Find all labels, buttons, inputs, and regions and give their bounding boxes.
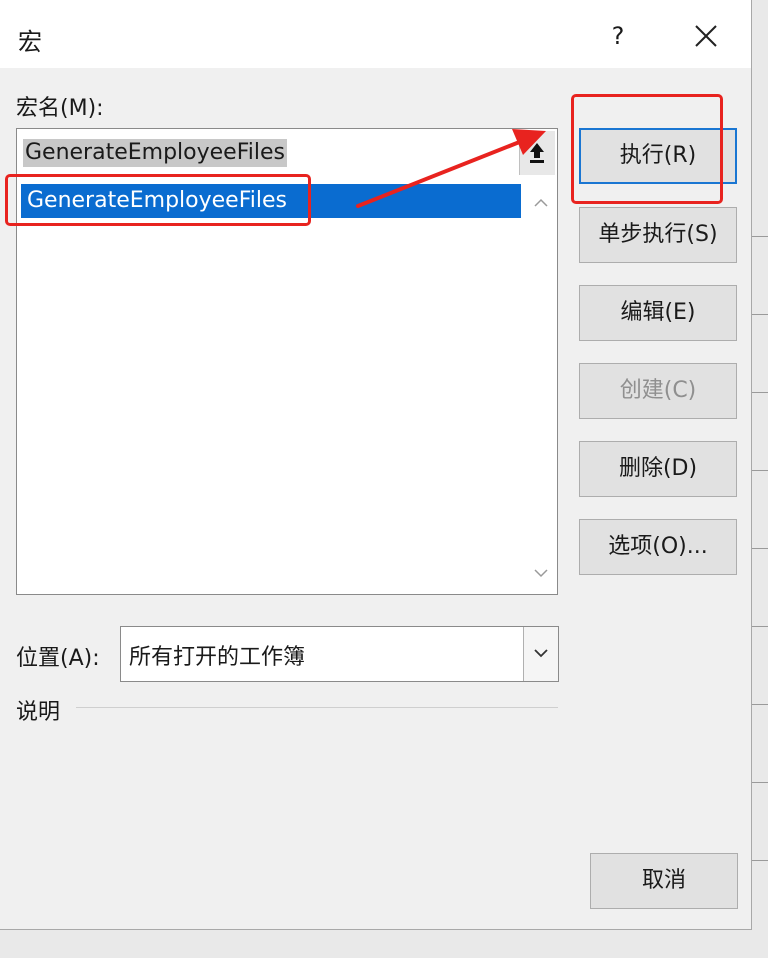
description-divider xyxy=(76,707,558,708)
background-gridline xyxy=(752,860,768,861)
location-value: 所有打开的工作簿 xyxy=(129,645,306,670)
background-gridline xyxy=(752,314,768,315)
collapse-button[interactable] xyxy=(519,131,555,175)
macro-name-value: GenerateEmployeeFiles xyxy=(23,139,287,167)
background-gridline xyxy=(752,704,768,705)
description-label: 说明 xyxy=(16,700,61,725)
location-label: 位置(A): xyxy=(16,646,100,671)
annotation-highlight-macro xyxy=(5,174,311,226)
create-button[interactable]: 创建(C) xyxy=(579,363,737,419)
background-gridline xyxy=(752,392,768,393)
location-dropdown[interactable]: 所有打开的工作簿 xyxy=(120,626,559,682)
background-gridline xyxy=(752,626,768,627)
macro-name-input[interactable]: GenerateEmployeeFiles xyxy=(16,128,558,178)
background-gridline xyxy=(752,236,768,237)
help-button[interactable]: ? xyxy=(598,18,638,54)
background-gridline xyxy=(752,470,768,471)
background-gridline xyxy=(752,782,768,783)
chevron-down-icon xyxy=(534,649,548,658)
macro-name-label: 宏名(M): xyxy=(16,96,104,121)
title-bar: 宏 ? xyxy=(0,0,751,68)
close-button[interactable] xyxy=(680,16,730,56)
step-into-button[interactable]: 单步执行(S) xyxy=(579,207,737,263)
scroll-up-icon xyxy=(534,198,548,207)
scroll-down-icon xyxy=(534,569,548,578)
options-button[interactable]: 选项(O)... xyxy=(579,519,737,575)
delete-button[interactable]: 删除(D) xyxy=(579,441,737,497)
background-gridline xyxy=(752,548,768,549)
dropdown-button[interactable] xyxy=(523,627,558,681)
macro-list[interactable]: GenerateEmployeeFiles xyxy=(16,177,558,595)
annotation-highlight-run xyxy=(571,94,723,204)
dialog-title: 宏 xyxy=(18,28,42,56)
upload-arrow-icon xyxy=(530,143,544,163)
close-icon xyxy=(695,25,717,47)
edit-button[interactable]: 编辑(E) xyxy=(579,285,737,341)
cancel-button[interactable]: 取消 xyxy=(590,853,738,909)
